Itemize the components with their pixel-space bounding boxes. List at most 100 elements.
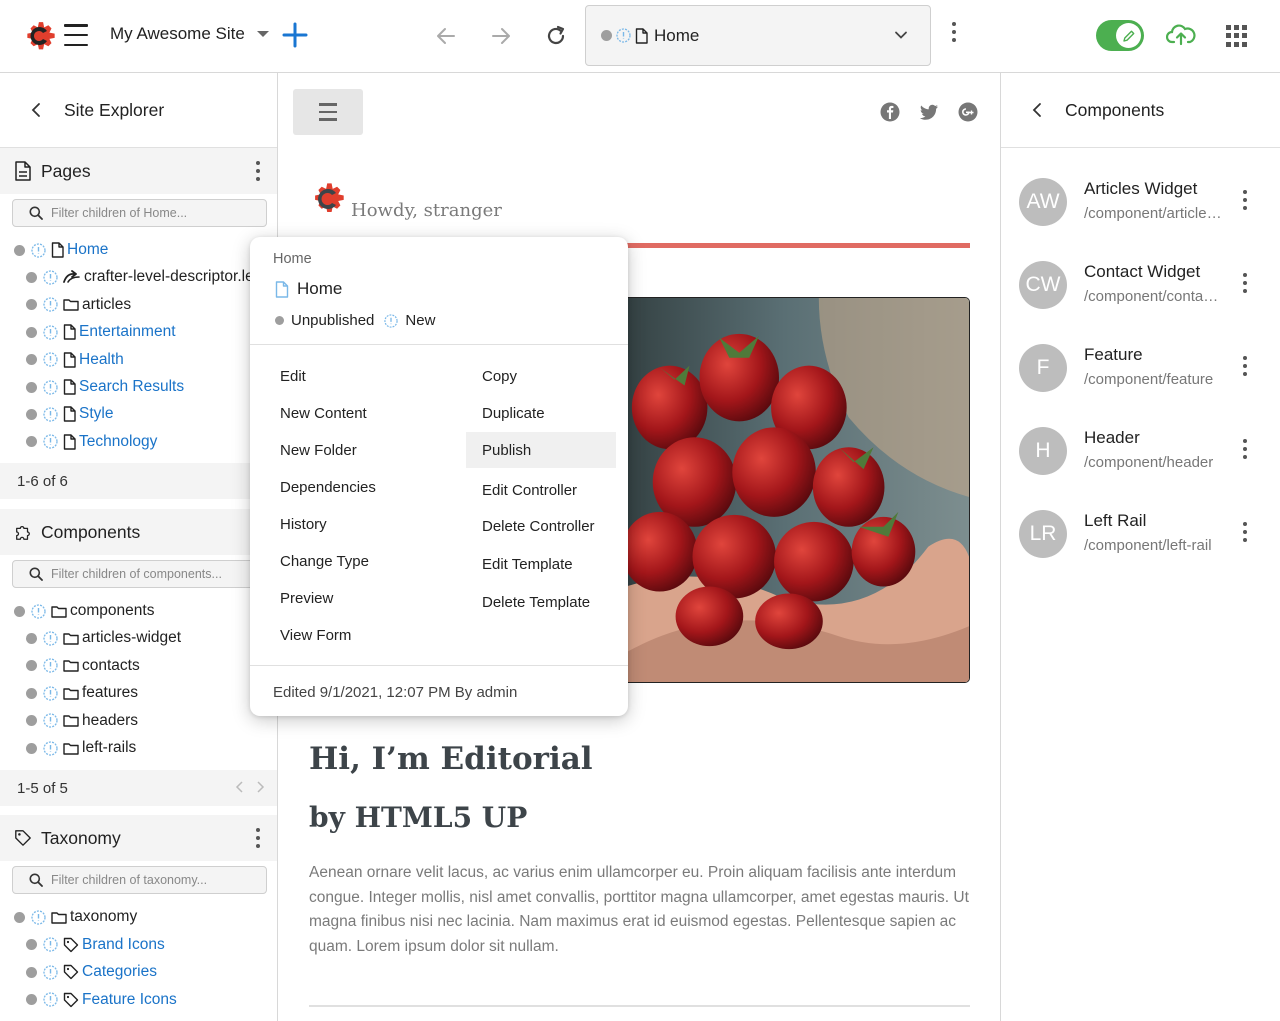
menu-divider (250, 344, 628, 345)
menu-option-delete-template[interactable]: Delete Template (466, 584, 616, 620)
pages-pager-label: 1-6 of 6 (17, 472, 68, 490)
status-dot-icon (26, 994, 37, 1006)
preview-menu-button[interactable] (293, 89, 363, 135)
google-plus-icon[interactable] (958, 102, 978, 122)
page-icon (63, 324, 76, 340)
tree-item[interactable]: articles (26, 294, 131, 316)
tree-item[interactable]: crafter-level-descriptor.le (26, 266, 254, 288)
tree-item[interactable]: Health (26, 349, 124, 371)
menu-option-duplicate[interactable]: Duplicate (466, 395, 616, 431)
pages-title: Pages (41, 160, 91, 181)
component-options-icon[interactable] (1243, 522, 1247, 542)
component-path: /component/contact-widget (1084, 288, 1224, 305)
tree-item[interactable]: components (14, 600, 154, 622)
menu-option-history[interactable]: History (264, 506, 414, 542)
tree-item[interactable]: contacts (26, 655, 140, 677)
edit-mode-toggle[interactable] (1096, 20, 1144, 51)
menu-option-delete-controller[interactable]: Delete Controller (466, 508, 616, 544)
tree-item-label: Entertainment (79, 323, 176, 341)
status-dot-icon (26, 939, 37, 951)
component-list-item[interactable]: AW Articles Widget/component/articles-wid… (1001, 174, 1280, 254)
component-options-icon[interactable] (1243, 190, 1247, 210)
tree-item[interactable]: articles-widget (26, 627, 181, 649)
tree-item[interactable]: left-rails (26, 737, 136, 759)
component-options-icon[interactable] (1243, 439, 1247, 459)
info-icon (384, 313, 399, 328)
pages-options-icon[interactable] (256, 161, 260, 181)
pages-filter[interactable] (12, 199, 267, 227)
menu-option-edit-template[interactable]: Edit Template (466, 546, 616, 582)
main-menu-button[interactable] (64, 24, 88, 46)
component-list-item[interactable]: F Feature/component/feature (1001, 340, 1280, 420)
menu-option-new-content[interactable]: New Content (264, 395, 414, 431)
menu-option-preview[interactable]: Preview (264, 580, 414, 616)
info-icon (43, 270, 58, 285)
menu-option-view-form[interactable]: View Form (264, 617, 414, 653)
tree-item[interactable]: Entertainment (26, 321, 176, 343)
tree-item[interactable]: Brand Icons (26, 934, 165, 956)
component-options-icon[interactable] (1243, 356, 1247, 376)
chevron-left-icon[interactable] (235, 780, 245, 794)
taxonomy-filter-input[interactable] (51, 873, 251, 887)
publish-cloud-icon[interactable] (1166, 22, 1196, 48)
status-dot-icon (14, 605, 25, 617)
tree-item[interactable]: features (26, 682, 138, 704)
site-switcher[interactable]: My Awesome Site (110, 24, 269, 44)
tree-item[interactable]: taxonomy (14, 906, 137, 928)
menu-option-copy[interactable]: Copy (466, 358, 616, 394)
status-dot-icon (26, 660, 37, 672)
menu-option-edit[interactable]: Edit (264, 358, 414, 394)
reload-icon[interactable] (544, 24, 568, 48)
address-bar[interactable]: Home (585, 5, 931, 66)
menu-option-new-folder[interactable]: New Folder (264, 432, 414, 468)
components-filter-input[interactable] (51, 567, 251, 581)
taxonomy-filter[interactable] (12, 866, 267, 894)
crafter-logo-icon[interactable] (22, 15, 58, 55)
components-title: Components (41, 521, 141, 542)
component-path: /component/articles-widget (1084, 205, 1224, 222)
menu-option-dependencies[interactable]: Dependencies (264, 469, 414, 505)
component-list-item[interactable]: CW Contact Widget/component/contact-widge… (1001, 257, 1280, 337)
tree-item[interactable]: Search Results (26, 376, 184, 398)
status-dot-icon (14, 244, 25, 256)
components-filter[interactable] (12, 560, 267, 588)
tree-item[interactable]: Home (14, 239, 108, 261)
more-options-icon[interactable] (952, 22, 956, 42)
tree-item[interactable]: headers (26, 710, 138, 732)
menu-option-change-type[interactable]: Change Type (264, 543, 414, 579)
taxonomy-section-header[interactable]: Taxonomy (0, 815, 277, 861)
facebook-icon[interactable] (880, 102, 900, 122)
back-arrow-icon[interactable] (434, 24, 458, 48)
components-section-header[interactable]: Components (0, 509, 277, 555)
forward-arrow-icon[interactable] (489, 24, 513, 48)
pages-filter-input[interactable] (51, 206, 251, 220)
menu-option-edit-controller[interactable]: Edit Controller (466, 472, 616, 508)
tree-item[interactable]: Categories (26, 961, 157, 983)
component-list-item[interactable]: H Header/component/header (1001, 423, 1280, 503)
chevron-right-icon[interactable] (255, 780, 265, 794)
info-icon (43, 713, 58, 728)
tag-icon (63, 964, 79, 980)
chevron-down-icon[interactable] (894, 28, 908, 42)
menu-option-publish[interactable]: Publish (466, 432, 616, 468)
chevron-left-icon[interactable] (1031, 102, 1043, 118)
add-icon[interactable] (282, 22, 308, 48)
pages-section-header[interactable]: Pages (0, 148, 277, 194)
taxonomy-options-icon[interactable] (256, 828, 260, 848)
pencil-icon (1116, 23, 1141, 48)
component-list-item[interactable]: LR Left Rail/component/left-rail (1001, 506, 1280, 586)
info-icon (43, 352, 58, 367)
tree-item-label: crafter-level-descriptor.le (84, 268, 254, 286)
chevron-left-icon[interactable] (30, 102, 42, 118)
tree-item[interactable]: Feature Icons (26, 989, 177, 1011)
info-icon (43, 686, 58, 701)
strawberries-image (599, 297, 970, 683)
tree-item[interactable]: Style (26, 403, 113, 425)
info-icon (43, 407, 58, 422)
components-panel: Components AW Articles Widget/component/a… (1000, 73, 1280, 1021)
apps-grid-icon[interactable] (1226, 25, 1248, 47)
twitter-icon[interactable] (919, 102, 939, 122)
tree-item[interactable]: Technology (26, 431, 157, 453)
component-name: Left Rail (1084, 511, 1147, 530)
component-options-icon[interactable] (1243, 273, 1247, 293)
